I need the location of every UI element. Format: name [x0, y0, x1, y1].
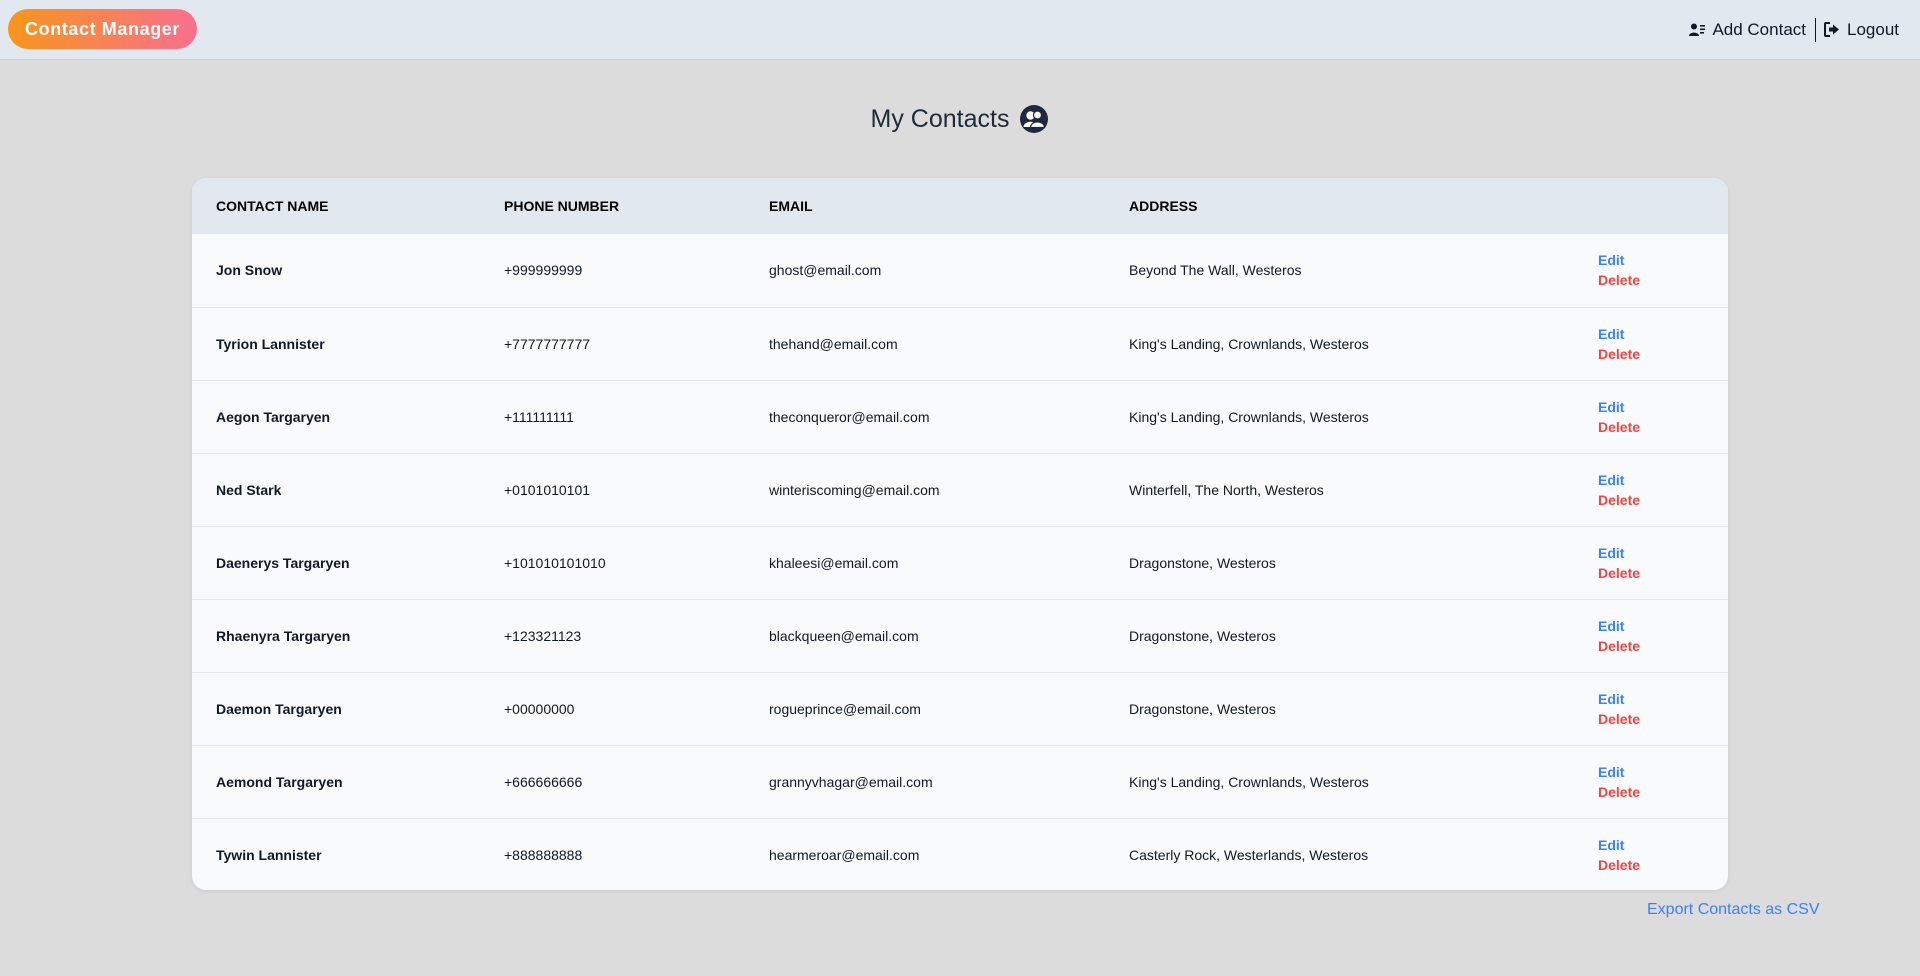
top-navbar: Contact Manager Add Contact Logout: [0, 0, 1920, 60]
contact-email-cell: ghost@email.com: [769, 262, 882, 279]
contact-address-cell: King's Landing, Crownlands, Westeros: [1129, 408, 1369, 425]
row-actions: Edit Delete: [1598, 745, 1728, 818]
edit-button[interactable]: Edit: [1598, 762, 1728, 782]
column-header-phone: PHONE NUMBER: [504, 198, 620, 214]
contact-name-cell: Daenerys Targaryen: [216, 554, 350, 571]
user-list-icon: [1689, 23, 1706, 36]
row-actions: Edit Delete: [1598, 307, 1728, 380]
logout-link[interactable]: Logout: [1824, 20, 1899, 40]
sign-out-icon: [1824, 22, 1839, 37]
edit-button[interactable]: Edit: [1598, 250, 1728, 270]
contact-name-cell: Aegon Targaryen: [216, 408, 331, 425]
table-row: Rhaenyra Targaryen +123321123 blackqueen…: [192, 599, 1728, 672]
table-row: Daemon Targaryen +00000000 rogueprince@e…: [192, 672, 1728, 745]
column-header-name: CONTACT NAME: [216, 198, 329, 214]
contact-email-cell: thehand@email.com: [769, 335, 898, 352]
row-actions: Edit Delete: [1598, 380, 1728, 453]
contact-address-cell: Dragonstone, Westeros: [1129, 554, 1276, 571]
contact-name-cell: Daemon Targaryen: [216, 700, 342, 717]
contact-email-cell: rogueprince@email.com: [769, 700, 921, 717]
table-header-row: CONTACT NAME PHONE NUMBER EMAIL ADDRESS: [192, 178, 1728, 234]
delete-button[interactable]: Delete: [1598, 636, 1728, 656]
contact-address-cell: Dragonstone, Westeros: [1129, 627, 1276, 644]
contact-phone-cell: +999999999: [504, 262, 583, 279]
contact-address-cell: King's Landing, Crownlands, Westeros: [1129, 335, 1369, 352]
nav-links: Add Contact Logout: [1689, 17, 1899, 42]
table-row: Aemond Targaryen +666666666 grannyvhagar…: [192, 745, 1728, 818]
table-row: Aegon Targaryen +111111111 theconqueror@…: [192, 380, 1728, 453]
contact-phone-cell: +7777777777: [504, 335, 591, 352]
delete-button[interactable]: Delete: [1598, 709, 1728, 729]
edit-button[interactable]: Edit: [1598, 543, 1728, 563]
edit-button[interactable]: Edit: [1598, 324, 1728, 344]
nav-divider: [1815, 17, 1816, 42]
row-actions: Edit Delete: [1598, 234, 1728, 307]
contact-phone-cell: +888888888: [504, 846, 583, 863]
column-header-address: ADDRESS: [1129, 198, 1198, 214]
contact-phone-cell: +0101010101: [504, 481, 591, 498]
delete-button[interactable]: Delete: [1598, 270, 1728, 290]
contact-email-cell: khaleesi@email.com: [769, 554, 899, 571]
row-actions: Edit Delete: [1598, 818, 1728, 890]
contact-phone-cell: +00000000: [504, 700, 575, 717]
contact-address-cell: Beyond The Wall, Westeros: [1129, 262, 1302, 279]
contact-address-cell: Winterfell, The North, Westeros: [1129, 481, 1324, 498]
delete-button[interactable]: Delete: [1598, 344, 1728, 364]
contact-address-cell: Dragonstone, Westeros: [1129, 700, 1276, 717]
add-contact-link[interactable]: Add Contact: [1689, 20, 1806, 40]
row-actions: Edit Delete: [1598, 526, 1728, 599]
delete-button[interactable]: Delete: [1598, 855, 1728, 875]
edit-button[interactable]: Edit: [1598, 616, 1728, 636]
contact-email-cell: grannyvhagar@email.com: [769, 773, 933, 790]
contact-name-cell: Ned Stark: [216, 481, 282, 498]
row-actions: Edit Delete: [1598, 453, 1728, 526]
contact-phone-cell: +666666666: [504, 773, 583, 790]
delete-button[interactable]: Delete: [1598, 490, 1728, 510]
column-header-email: EMAIL: [769, 198, 813, 214]
contact-email-cell: hearmeroar@email.com: [769, 846, 920, 863]
contact-address-cell: King's Landing, Crownlands, Westeros: [1129, 773, 1369, 790]
contact-name-cell: Tywin Lannister: [216, 846, 322, 863]
edit-button[interactable]: Edit: [1598, 689, 1728, 709]
contact-email-cell: blackqueen@email.com: [769, 627, 919, 644]
export-csv-link[interactable]: Export Contacts as CSV: [1647, 901, 1820, 919]
contact-phone-cell: +111111111: [504, 408, 574, 425]
contacts-table: CONTACT NAME PHONE NUMBER EMAIL ADDRESS …: [192, 178, 1728, 890]
delete-button[interactable]: Delete: [1598, 782, 1728, 802]
table-row: Tyrion Lannister +7777777777 thehand@ema…: [192, 307, 1728, 380]
contact-email-cell: winteriscoming@email.com: [769, 481, 940, 498]
contact-phone-cell: +123321123: [504, 627, 582, 644]
brand-logo-button[interactable]: Contact Manager: [8, 9, 198, 49]
edit-button[interactable]: Edit: [1598, 835, 1728, 855]
contacts-table-card: CONTACT NAME PHONE NUMBER EMAIL ADDRESS …: [192, 178, 1728, 890]
contact-name-cell: Rhaenyra Targaryen: [216, 627, 351, 644]
row-actions: Edit Delete: [1598, 672, 1728, 745]
page-heading: My Contacts: [0, 104, 1920, 134]
contact-address-cell: Casterly Rock, Westerlands, Westeros: [1129, 846, 1369, 863]
row-actions: Edit Delete: [1598, 599, 1728, 672]
delete-button[interactable]: Delete: [1598, 563, 1728, 583]
table-row: Ned Stark +0101010101 winteriscoming@ema…: [192, 453, 1728, 526]
users-circle-icon: [1020, 105, 1049, 133]
contact-name-cell: Aemond Targaryen: [216, 773, 343, 790]
page-title: My Contacts: [870, 104, 1010, 133]
delete-button[interactable]: Delete: [1598, 417, 1728, 437]
table-row: Jon Snow +999999999 ghost@email.com Beyo…: [192, 234, 1728, 307]
edit-button[interactable]: Edit: [1598, 470, 1728, 490]
column-header-actions: [1598, 178, 1728, 234]
contact-email-cell: theconqueror@email.com: [769, 408, 930, 425]
contact-name-cell: Jon Snow: [216, 262, 283, 279]
contact-name-cell: Tyrion Lannister: [216, 335, 325, 352]
edit-button[interactable]: Edit: [1598, 397, 1728, 417]
table-row: Tywin Lannister +888888888 hearmeroar@em…: [192, 818, 1728, 890]
add-contact-label: Add Contact: [1712, 19, 1806, 39]
table-row: Daenerys Targaryen +101010101010 khalees…: [192, 526, 1728, 599]
logout-label: Logout: [1847, 19, 1899, 39]
contact-phone-cell: +101010101010: [504, 554, 606, 571]
